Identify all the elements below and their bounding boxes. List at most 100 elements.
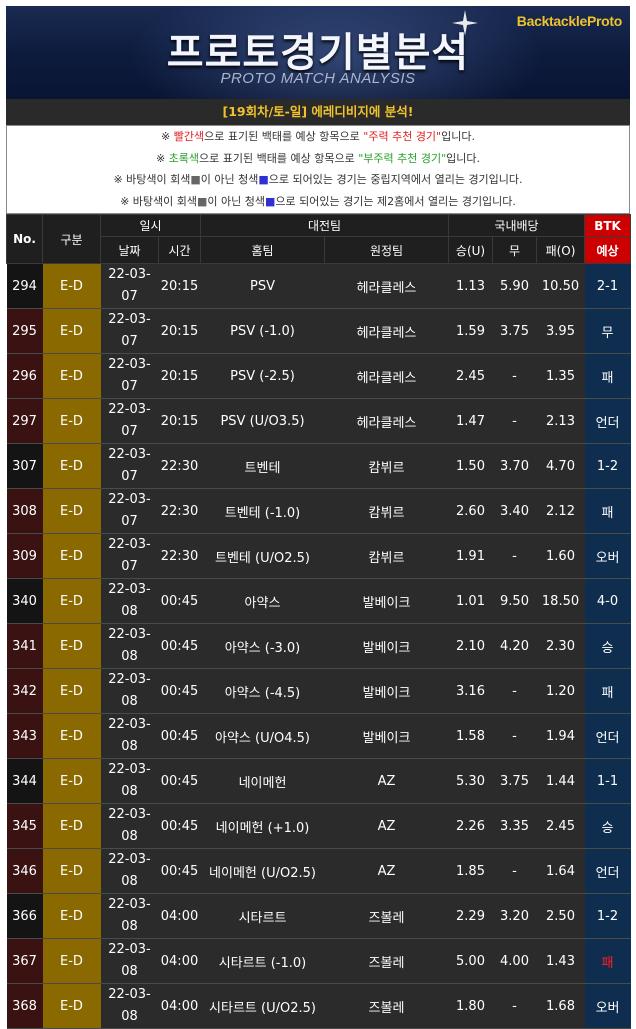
header-prediction: 예상 [584,236,632,264]
cell-prediction: 4-0 [584,578,631,624]
date-line-1: 22-03- [108,627,151,642]
cell-odds-draw: 3.20 [492,893,537,939]
table-row: 296 E-D 22-03- 07 20:15 PSV (-2.5) 헤라클레스 2.45-1… [6,353,631,399]
cell-category: E-D [42,488,101,534]
cell-prediction: 1-1 [584,758,631,804]
cell-home-team: 아약스 (U/O4.5) [200,713,325,759]
date-line-2: 07 [121,514,138,529]
cell-prediction: 패 [584,668,631,714]
cell-category: E-D [42,803,101,849]
cell-odds-lose: 2.45 [536,803,585,849]
cell-away-team: 헤라클레스 [324,353,449,399]
note-main-pick: ※ 빨간색으로 표기된 백태를 예상 항목으로 "주력 추천 경기"입니다. [161,130,475,143]
cell-no: 342 [6,668,43,714]
cell-away-team: 발베이크 [324,668,449,714]
cell-category: E-D [42,263,101,309]
cell-home-team: 아약스 [200,578,325,624]
table-row: 294 E-D 22-03- 07 20:15 PSV 헤라클레스 1.13 5.90 10.50… [6,263,631,309]
header-time: 시간 [158,236,201,264]
cell-odds-draw: 3.70 [492,443,537,489]
cell-odds-draw: - [492,668,537,714]
cell-odds-win: 1.80 [448,983,493,1029]
cell-odds-win: 1.58 [448,713,493,759]
cell-home-team: 시타르트 [200,893,325,939]
cell-odds-lose: 3.95 [536,308,585,354]
cell-odds-draw: - [492,848,537,894]
cell-odds-win: 1.47 [448,398,493,444]
cell-odds-lose: 1.35 [536,353,585,399]
cell-odds-draw: 3.75 [492,758,537,804]
cell-odds-lose: 4.70 [536,443,585,489]
date-line-2: 08 [121,739,138,754]
cell-date: 22-03- 08 [100,578,159,624]
cell-date: 22-03- 07 [100,398,159,444]
cell-time: 00:45 [158,803,201,849]
cell-home-team: 네이메헌 [200,758,325,804]
cell-away-team: 발베이크 [324,623,449,669]
cell-no: 309 [6,533,43,579]
cell-category: E-D [42,668,101,714]
date-line-1: 22-03- [108,762,151,777]
date-line-2: 08 [121,874,138,889]
note-neutral-venue: ※ 바탕색이 회색■이 아닌 청색■으로 되어있는 경기는 중립지역에서 열리는… [113,173,523,186]
cell-odds-lose: 1.94 [536,713,585,759]
cell-away-team: 발베이크 [324,578,449,624]
table-row: 346 E-D 22-03- 08 00:45 네이메헌 (U/O2.5) AZ 1.85-1… [6,848,631,894]
cell-prediction: 언더 [584,848,631,894]
cell-category: E-D [42,893,101,939]
cell-away-team: 즈볼레 [324,938,449,984]
date-line-2: 08 [121,649,138,664]
table-row: 345 E-D 22-03- 08 00:45 네이메헌 (+1.0) AZ 2.26 3.35… [6,803,631,849]
date-line-1: 22-03- [108,357,151,372]
cell-category: E-D [42,443,101,489]
date-line-1: 22-03- [108,492,151,507]
date-line-2: 08 [121,694,138,709]
cell-category: E-D [42,983,101,1029]
cell-date: 22-03- 08 [100,803,159,849]
date-line-2: 08 [121,784,138,799]
cell-date: 22-03- 07 [100,488,159,534]
table-row: 309 E-D 22-03- 07 22:30 트벤테 (U/O2.5) 캄뷔르 1.91-1… [6,533,631,579]
date-line-1: 22-03- [108,987,151,1002]
date-line-1: 22-03- [108,402,151,417]
cell-no: 368 [6,983,43,1029]
cell-no: 308 [6,488,43,534]
header-away: 원정팀 [324,236,449,264]
cell-category: E-D [42,938,101,984]
cell-category: E-D [42,848,101,894]
cell-no: 295 [6,308,43,354]
header-matchup: 대전팀 [200,214,449,237]
cell-odds-win: 2.29 [448,893,493,939]
cell-category: E-D [42,353,101,399]
cell-home-team: PSV [200,263,325,309]
cell-odds-win: 1.50 [448,443,493,489]
date-line-1: 22-03- [108,312,151,327]
table-row: 307 E-D 22-03- 07 22:30 트벤테 캄뷔르 1.50 3.70 4.70 1-2 [6,443,631,489]
date-line-1: 22-03- [108,582,151,597]
table-row: 340 E-D 22-03- 08 00:45 아약스 발베이크 1.01 9.50 18.50 4… [6,578,631,624]
cell-away-team: 발베이크 [324,713,449,759]
table-row: 366 E-D 22-03- 08 04:00 시타르트 즈볼레 2.29 3.20 2.50 1-… [6,893,631,939]
cell-prediction: 언더 [584,713,631,759]
cell-no: 307 [6,443,43,489]
cell-time: 00:45 [158,758,201,804]
cell-no: 344 [6,758,43,804]
date-line-1: 22-03- [108,852,151,867]
cell-prediction: 패 [584,353,631,399]
cell-odds-lose: 10.50 [536,263,585,309]
date-line-2: 08 [121,1009,138,1024]
cell-odds-draw: 3.40 [492,488,537,534]
cell-prediction: 오버 [584,983,631,1029]
cell-odds-lose: 1.68 [536,983,585,1029]
date-line-2: 07 [121,469,138,484]
cell-category: E-D [42,398,101,444]
cell-date: 22-03- 07 [100,263,159,309]
cell-time: 20:15 [158,308,201,354]
cell-away-team: 즈볼레 [324,983,449,1029]
cell-time: 00:45 [158,623,201,669]
cell-date: 22-03- 07 [100,353,159,399]
cell-odds-draw: 9.50 [492,578,537,624]
cell-category: E-D [42,578,101,624]
analysis-frame: BacktackleProto 프로토경기별분석 PROTO MATCH ANA… [6,6,632,1029]
cell-prediction: 1-2 [584,893,631,939]
